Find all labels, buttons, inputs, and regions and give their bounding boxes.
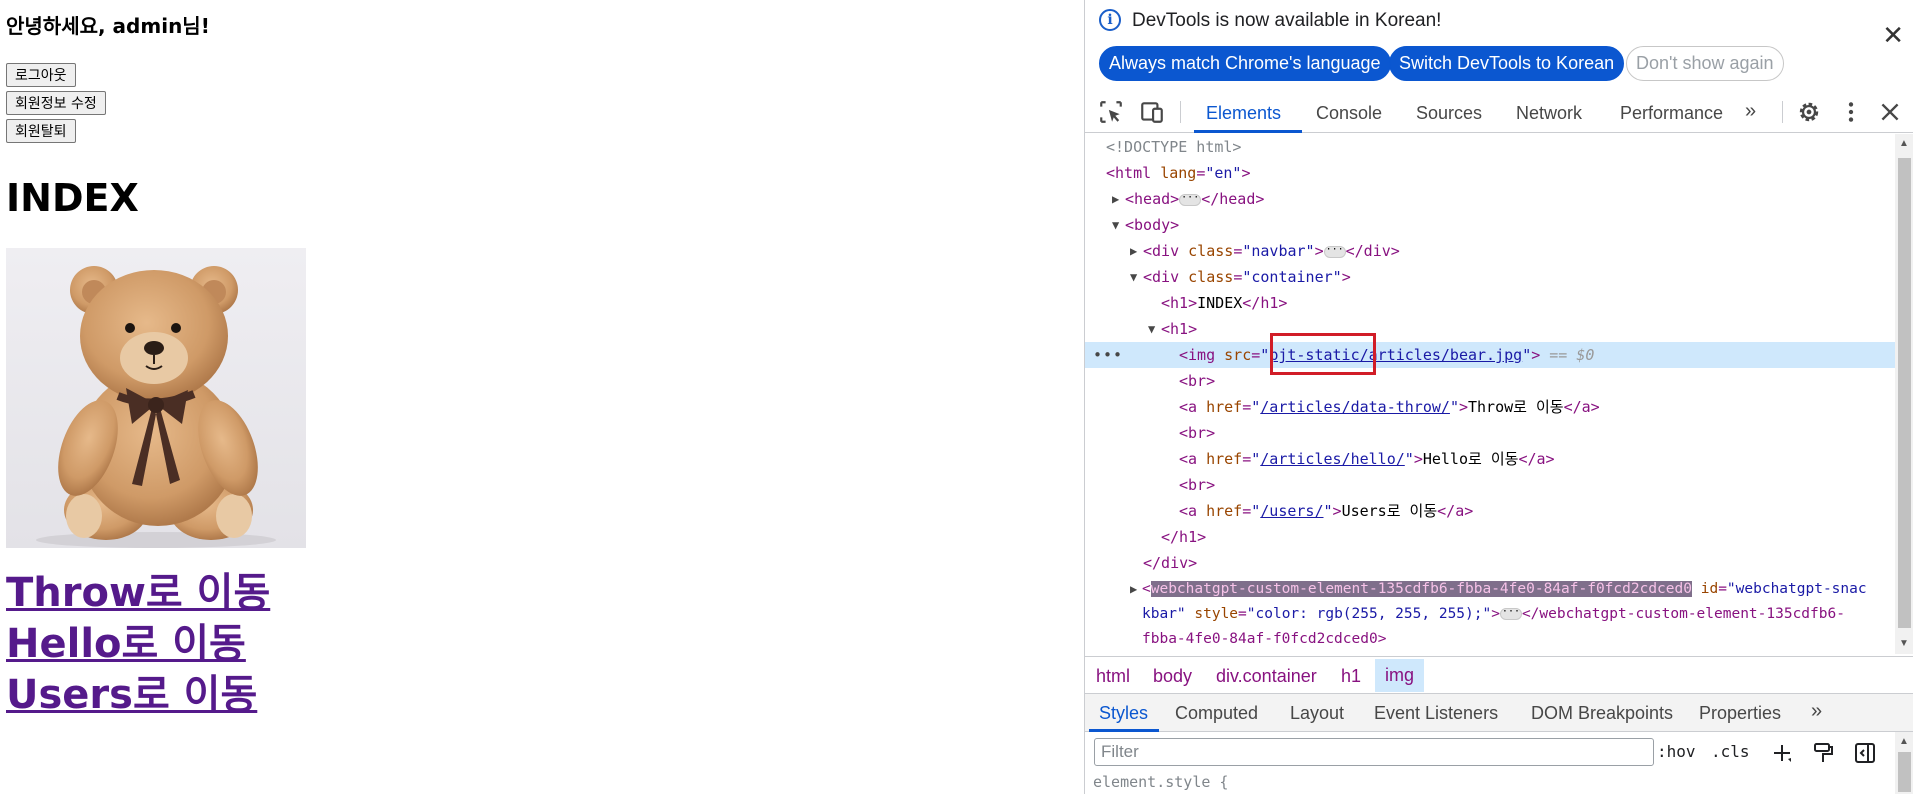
- tab-computed[interactable]: Computed: [1175, 703, 1258, 724]
- tab-network[interactable]: Network: [1516, 103, 1582, 124]
- scroll-down-icon[interactable]: ▼: [1899, 638, 1909, 649]
- dom-node[interactable]: ▼ <div class="container">: [1085, 264, 1895, 290]
- styles-scrollbar[interactable]: ▲: [1895, 732, 1913, 794]
- styles-filter-bar: :hov .cls: [1085, 732, 1913, 772]
- close-icon[interactable]: ✕: [1882, 22, 1904, 48]
- breadcrumb-div-container[interactable]: div.container: [1216, 666, 1317, 687]
- expand-triangle-icon[interactable]: ▶: [1130, 238, 1142, 264]
- match-language-button[interactable]: Always match Chrome's language: [1099, 46, 1391, 81]
- web-page: 안녕하세요, admin님! 로그아웃 회원정보 수정 회원탈퇴 INDEX T…: [0, 0, 1084, 794]
- dom-node[interactable]: ▶ <webchatgpt-custom-element-135cdfb6-fbb…: [1085, 576, 1895, 602]
- device-toolbar-icon[interactable]: [1139, 99, 1165, 125]
- tab-performance[interactable]: Performance: [1620, 103, 1723, 124]
- teddy-bear-icon: [36, 266, 276, 548]
- dom-node[interactable]: kbar" style="color: rgb(255, 255, 255);"…: [1085, 601, 1895, 627]
- dom-node[interactable]: </div>: [1085, 550, 1895, 576]
- dom-node[interactable]: fbba-4fe0-84af-f0fcd2cdced0>: [1085, 626, 1895, 652]
- dom-node[interactable]: ▶ <div class="navbar"> ··· </div>: [1085, 238, 1895, 264]
- users-link[interactable]: Users로 이동: [6, 662, 257, 720]
- switch-korean-button[interactable]: Switch DevTools to Korean: [1389, 46, 1625, 81]
- dom-node[interactable]: <a href="/articles/hello/">Hello로 이동</a>: [1085, 446, 1895, 472]
- more-tabs-icon[interactable]: »: [1745, 100, 1756, 123]
- info-icon: i: [1099, 9, 1121, 31]
- edit-profile-button[interactable]: 회원정보 수정: [6, 91, 106, 115]
- collapse-triangle-icon[interactable]: ▼: [1112, 212, 1124, 238]
- dom-node[interactable]: ▼ <body>: [1085, 212, 1895, 238]
- infobar-message: DevTools is now available in Korean!: [1132, 10, 1442, 31]
- dom-node-selected[interactable]: ••• <img src="pjt-static/articles/bear.jp…: [1085, 342, 1895, 368]
- dom-node[interactable]: <html lang="en">: [1085, 160, 1895, 186]
- page-title: INDEX: [6, 176, 139, 220]
- breadcrumb-h1[interactable]: h1: [1341, 666, 1361, 687]
- scroll-up-icon[interactable]: ▲: [1899, 736, 1909, 747]
- styles-subtabs: Styles Computed Layout Event Listeners D…: [1085, 694, 1913, 732]
- dom-node[interactable]: ▶ <head> ··· </head>: [1085, 186, 1895, 212]
- class-toggle[interactable]: .cls: [1711, 742, 1750, 761]
- tab-properties[interactable]: Properties: [1699, 703, 1781, 724]
- inspect-element-icon[interactable]: [1098, 99, 1124, 125]
- dom-scrollbar[interactable]: ▲ ▼: [1895, 134, 1913, 654]
- devtools-toolbar: Elements Console Sources Network Perform…: [1085, 91, 1913, 133]
- dont-show-again-button[interactable]: Don't show again: [1626, 46, 1784, 81]
- language-infobar: i DevTools is now available in Korean! ✕…: [1085, 0, 1913, 88]
- kebab-menu-icon[interactable]: [1838, 99, 1864, 125]
- tab-layout[interactable]: Layout: [1290, 703, 1344, 724]
- paint-brush-icon[interactable]: [1811, 741, 1835, 765]
- tab-event-listeners[interactable]: Event Listeners: [1374, 703, 1498, 724]
- logout-button[interactable]: 로그아웃: [6, 63, 76, 87]
- dom-node[interactable]: <!DOCTYPE html>: [1085, 134, 1895, 160]
- withdraw-button[interactable]: 회원탈퇴: [6, 119, 76, 143]
- greeting-text: 안녕하세요, admin님!: [6, 14, 210, 38]
- breadcrumb: html body div.container h1 img: [1085, 656, 1913, 694]
- breadcrumb-html[interactable]: html: [1096, 666, 1130, 687]
- breadcrumb-body[interactable]: body: [1153, 666, 1192, 687]
- toolbar-divider: [1180, 101, 1181, 123]
- tab-sources[interactable]: Sources: [1416, 103, 1482, 124]
- dom-node[interactable]: <br>: [1085, 420, 1895, 446]
- dom-node[interactable]: <br>: [1085, 368, 1895, 394]
- throw-link[interactable]: Throw로 이동: [6, 560, 270, 618]
- collapse-triangle-icon[interactable]: ▼: [1130, 264, 1142, 290]
- scrollbar-thumb[interactable]: [1898, 752, 1911, 792]
- tab-dom-breakpoints[interactable]: DOM Breakpoints: [1531, 703, 1673, 724]
- dom-node[interactable]: <a href="/users/">Users로 이동</a>: [1085, 498, 1895, 524]
- highlight-box: [1270, 333, 1376, 375]
- hover-state-toggle[interactable]: :hov: [1657, 742, 1696, 761]
- breadcrumb-img[interactable]: img: [1375, 659, 1425, 692]
- dom-node[interactable]: <a href="/articles/data-throw/">Throw로 이…: [1085, 394, 1895, 420]
- styles-filter-input[interactable]: [1094, 738, 1654, 766]
- tab-console[interactable]: Console: [1316, 103, 1382, 124]
- element-style-rule[interactable]: element.style {: [1093, 773, 1228, 791]
- expand-triangle-icon[interactable]: ▶: [1112, 186, 1124, 212]
- dom-tree: <!DOCTYPE html> <html lang="en"> ▶ <head>…: [1085, 134, 1895, 654]
- ellipsis-icon[interactable]: ···: [1499, 607, 1522, 620]
- new-style-rule-icon[interactable]: [1770, 741, 1794, 765]
- tab-elements[interactable]: Elements: [1206, 103, 1281, 124]
- gear-icon[interactable]: [1796, 99, 1822, 125]
- dom-node[interactable]: ▼ <h1>: [1085, 316, 1895, 342]
- bear-image: [6, 248, 306, 548]
- scroll-up-icon[interactable]: ▲: [1899, 138, 1909, 149]
- dom-node[interactable]: <br>: [1085, 472, 1895, 498]
- hello-link[interactable]: Hello로 이동: [6, 611, 246, 669]
- more-subtabs-icon[interactable]: »: [1811, 700, 1822, 723]
- dom-node[interactable]: </h1>: [1085, 524, 1895, 550]
- dom-node[interactable]: <h1>INDEX</h1>: [1085, 290, 1895, 316]
- close-devtools-icon[interactable]: [1877, 99, 1903, 125]
- more-actions-icon[interactable]: •••: [1093, 342, 1123, 368]
- scrollbar-thumb[interactable]: [1898, 158, 1911, 628]
- collapse-triangle-icon[interactable]: ▼: [1148, 316, 1160, 342]
- tab-styles[interactable]: Styles: [1099, 703, 1148, 724]
- toggle-sidebar-icon[interactable]: [1853, 741, 1877, 765]
- ellipsis-icon[interactable]: ···: [1179, 192, 1202, 206]
- ellipsis-icon[interactable]: ···: [1323, 244, 1346, 258]
- expand-triangle-icon[interactable]: ▶: [1130, 576, 1142, 602]
- devtools-panel: i DevTools is now available in Korean! ✕…: [1084, 0, 1913, 794]
- active-tab-indicator: [1194, 130, 1302, 133]
- toolbar-divider: [1782, 101, 1783, 123]
